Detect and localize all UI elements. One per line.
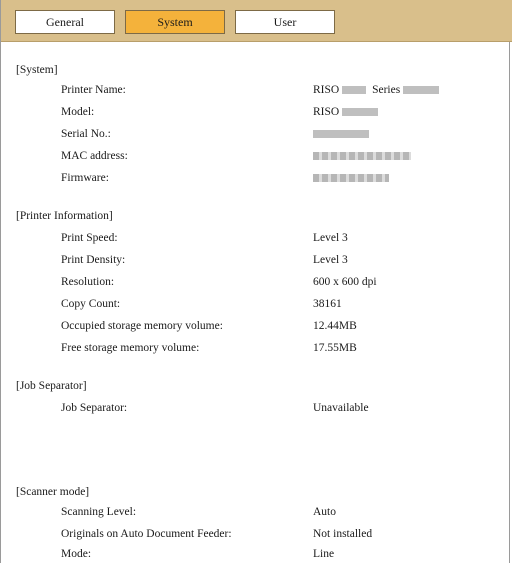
printer-name-value: RISO Series — [313, 84, 442, 96]
section-title-system: [System] — [16, 64, 58, 76]
scanning-level-value: Auto — [313, 506, 336, 518]
redacted-block — [313, 174, 389, 183]
occupied-memory-value: 12.44MB — [313, 320, 357, 332]
resolution-value: 600 x 600 dpi — [313, 276, 377, 288]
firmware-value — [313, 172, 392, 184]
section-title-scanner-mode: [Scanner mode] — [16, 486, 90, 498]
redacted-block — [313, 152, 411, 161]
mac-value — [313, 150, 414, 162]
redacted-block — [313, 130, 369, 139]
row-resolution: Resolution: 600 x 600 dpi — [1, 276, 512, 294]
tab-system[interactable]: System — [125, 10, 225, 34]
copy-count-label: Copy Count: — [61, 298, 121, 310]
row-free-memory: Free storage memory volume: 17.55MB — [1, 342, 512, 360]
row-mode: Mode: Line — [1, 548, 512, 566]
free-memory-value: 17.55MB — [313, 342, 357, 354]
tab-general[interactable]: General — [15, 10, 115, 34]
originals-adf-label: Originals on Auto Document Feeder: — [61, 528, 232, 540]
row-firmware: Firmware: — [1, 172, 512, 190]
printer-name-series: Series — [372, 84, 401, 96]
row-mac: MAC address: — [1, 150, 512, 168]
mode-value: Line — [313, 548, 335, 560]
row-job-separator: Job Separator: Unavailable — [1, 402, 512, 420]
redacted-block — [403, 86, 440, 95]
mode-label: Mode: — [61, 548, 92, 560]
occupied-memory-label: Occupied storage memory volume: — [61, 320, 223, 332]
row-serial: Serial No.: — [1, 128, 512, 146]
free-memory-label: Free storage memory volume: — [61, 342, 200, 354]
copy-count-value: 38161 — [313, 298, 342, 310]
tab-bar: General System User — [1, 0, 512, 42]
scanning-level-label: Scanning Level: — [61, 506, 137, 518]
printer-name-label: Printer Name: — [61, 84, 126, 96]
serial-label: Serial No.: — [61, 128, 111, 140]
row-print-density: Print Density: Level 3 — [1, 254, 512, 272]
job-separator-label: Job Separator: — [61, 402, 128, 414]
resolution-label: Resolution: — [61, 276, 115, 288]
mac-label: MAC address: — [61, 150, 128, 162]
row-model: Model: RISO — [1, 106, 512, 124]
print-speed-label: Print Speed: — [61, 232, 118, 244]
firmware-label: Firmware: — [61, 172, 109, 184]
printer-name-prefix: RISO — [313, 84, 340, 96]
print-density-label: Print Density: — [61, 254, 126, 266]
section-title-job-separator: [Job Separator] — [16, 380, 87, 392]
tab-user[interactable]: User — [235, 10, 335, 34]
print-speed-value: Level 3 — [313, 232, 348, 244]
redacted-block — [342, 86, 367, 95]
model-label: Model: — [61, 106, 95, 118]
model-prefix: RISO — [313, 106, 340, 118]
originals-adf-value: Not installed — [313, 528, 373, 540]
row-scanning-level: Scanning Level: Auto — [1, 506, 512, 524]
serial-value — [313, 128, 372, 140]
model-value: RISO — [313, 106, 381, 118]
settings-panel: General System User [System] Printer Nam… — [0, 0, 512, 566]
row-print-speed: Print Speed: Level 3 — [1, 232, 512, 250]
section-title-printer-information: [Printer Information] — [16, 210, 113, 222]
row-printer-name: Printer Name: RISO Series — [1, 84, 512, 102]
row-copy-count: Copy Count: 38161 — [1, 298, 512, 316]
row-originals-adf: Originals on Auto Document Feeder: Not i… — [1, 528, 512, 546]
print-density-value: Level 3 — [313, 254, 348, 266]
row-occupied-memory: Occupied storage memory volume: 12.44MB — [1, 320, 512, 338]
job-separator-value: Unavailable — [313, 402, 369, 414]
redacted-block — [342, 108, 379, 117]
